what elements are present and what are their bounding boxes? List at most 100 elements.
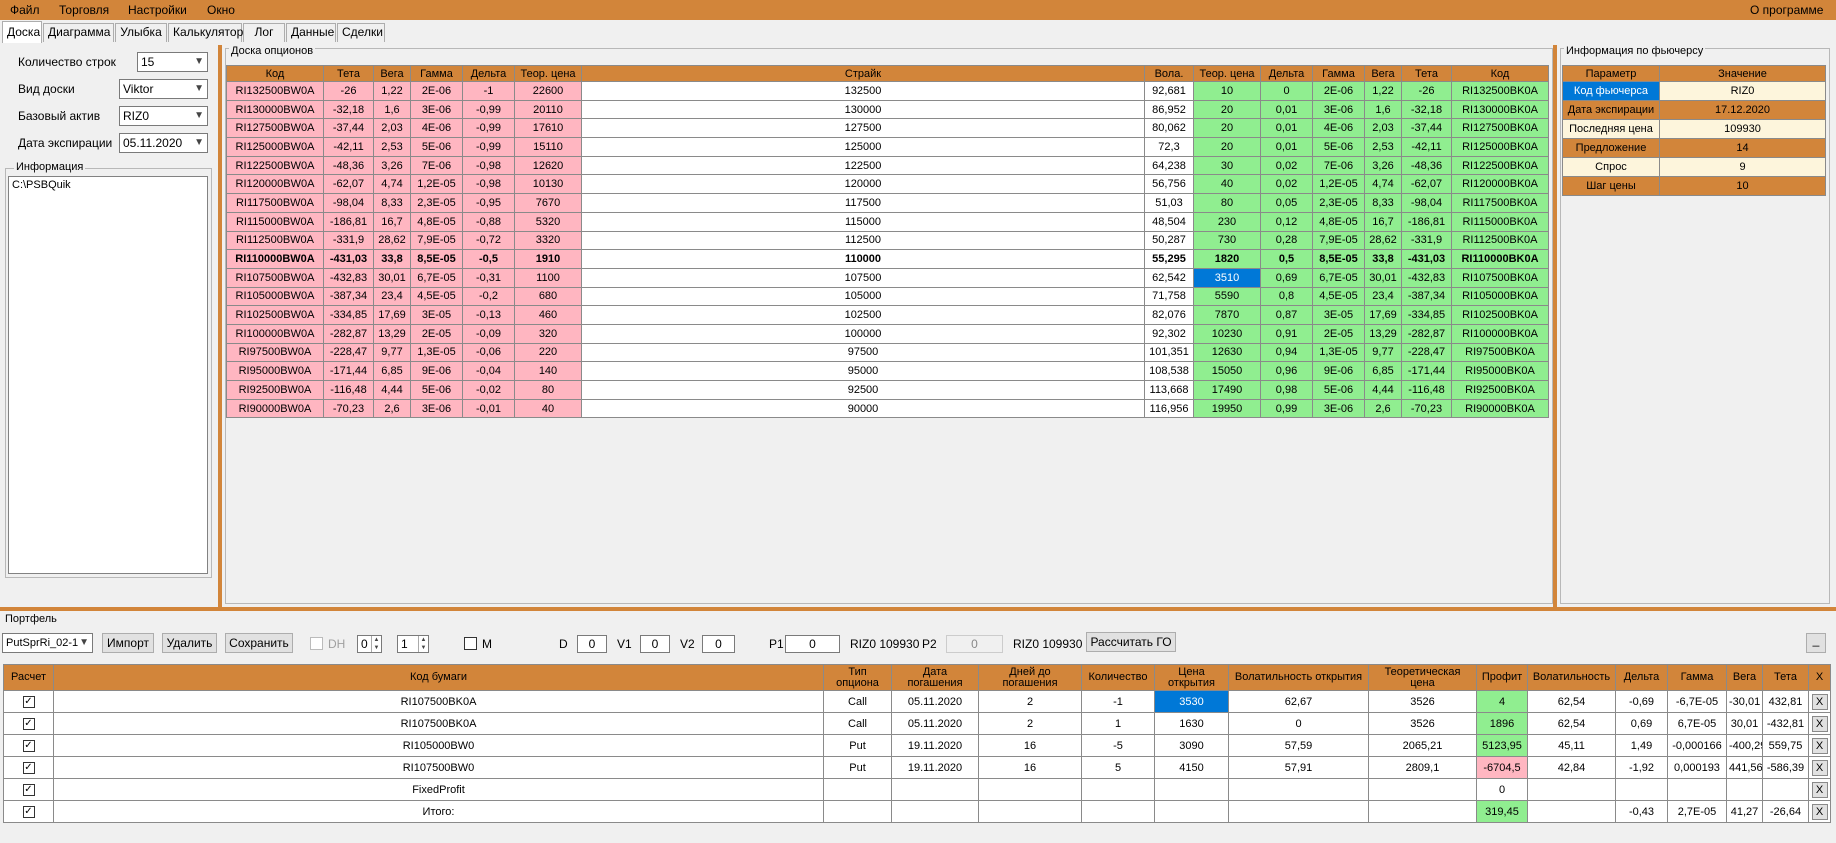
board-cell[interactable]: RI107500BK0A (1451, 267, 1549, 288)
board-col-header[interactable]: Дельта (462, 65, 515, 82)
futures-info-table[interactable]: Параметр Значение Код фьючерса RIZ0 Дата эк… (1562, 65, 1826, 196)
futures-cell[interactable]: 17.12.2020 (1659, 100, 1826, 120)
board-cell[interactable]: 132500 (581, 81, 1145, 101)
futures-row[interactable]: Последняя цена 109930 (1562, 119, 1826, 139)
remove-cell[interactable]: X (1808, 800, 1831, 823)
portfolio-cell[interactable]: -5 (1081, 734, 1155, 757)
import-button[interactable]: Импорт (102, 633, 154, 653)
expiration-combo[interactable]: 05.11.2020 ▼ (119, 133, 208, 153)
portfolio-calc-cell[interactable]: ✓ (3, 756, 54, 779)
remove-cell[interactable]: X (1808, 712, 1831, 735)
tab-board[interactable]: Доска (2, 21, 42, 43)
board-cell[interactable]: RI120000BK0A (1451, 174, 1549, 195)
board-cell[interactable]: RI92500BK0A (1451, 380, 1549, 400)
portfolio-cell[interactable]: -400,29 (1726, 734, 1763, 757)
board-cell[interactable]: 17,69 (1364, 305, 1402, 325)
board-col-header[interactable]: Тета (1401, 65, 1452, 82)
board-cell[interactable]: RI107500BW0A (226, 267, 324, 288)
portfolio-cell[interactable]: 3526 (1368, 712, 1477, 735)
board-cell[interactable]: 122500 (581, 155, 1145, 176)
p1-input[interactable]: 0 (785, 635, 840, 653)
calc-checkbox[interactable]: ✓ (22, 718, 35, 730)
board-cell[interactable]: 4,44 (1364, 380, 1402, 400)
board-cell[interactable]: 30,01 (373, 267, 411, 288)
board-cell[interactable]: RI127500BK0A (1451, 118, 1549, 139)
board-cell[interactable]: 4E-06 (410, 118, 463, 139)
board-cell[interactable]: RI130000BK0A (1451, 99, 1549, 120)
board-cell[interactable]: 0,01 (1260, 99, 1313, 120)
board-cell[interactable]: -0,04 (462, 361, 515, 381)
board-cell[interactable]: 7E-06 (1312, 155, 1365, 176)
portfolio-cell[interactable] (1527, 778, 1616, 801)
calc-checkbox[interactable]: ✓ (22, 696, 35, 708)
board-cell[interactable]: 9E-06 (410, 361, 463, 381)
board-cell[interactable]: -26 (1401, 81, 1452, 101)
portfolio-cell[interactable]: RI107500BK0A (53, 712, 824, 735)
board-cell[interactable]: 7,9E-05 (410, 230, 463, 251)
board-cell[interactable]: 2,53 (1364, 137, 1402, 157)
board-col-header[interactable]: Вега (373, 65, 411, 82)
board-cell[interactable]: 0,69 (1260, 267, 1313, 288)
board-cell[interactable]: 8,33 (373, 193, 411, 213)
portfolio-cell[interactable] (1154, 778, 1229, 801)
portfolio-cell[interactable]: -0,000166 (1667, 734, 1727, 757)
calc-checkbox[interactable]: ✓ (22, 806, 35, 818)
spin-arrows-icon[interactable]: ▲ ▼ (418, 636, 428, 652)
calc-checkbox[interactable]: ✓ (22, 740, 35, 752)
portfolio-cell[interactable]: 5123,95 (1476, 734, 1528, 757)
board-cell[interactable]: 2,53 (373, 137, 411, 157)
board-cell[interactable]: -0,99 (462, 99, 515, 120)
portfolio-cell[interactable]: -0,43 (1615, 800, 1668, 823)
board-cell[interactable]: 3320 (514, 230, 582, 251)
board-cell[interactable]: 100000 (581, 323, 1145, 344)
remove-cell[interactable]: X (1808, 734, 1831, 757)
board-cell[interactable]: 12630 (1193, 342, 1261, 363)
menu-settings[interactable]: Настройки (128, 3, 187, 17)
board-cell[interactable]: 0,12 (1260, 211, 1313, 232)
board-cell[interactable]: RI90000BW0A (226, 398, 324, 419)
tab-diagram[interactable]: Диаграмма (43, 23, 114, 42)
portfolio-row[interactable]: ✓ Итого: 319,45 -0,43 2,7E-05 41,27 -26,64 X (3, 800, 1831, 823)
board-cell[interactable]: RI112500BK0A (1451, 230, 1549, 251)
board-row[interactable]: RI92500BW0A -116,48 4,44 5E-06 -0,02 80 92500 1… (226, 380, 1549, 400)
portfolio-cell[interactable] (1081, 800, 1155, 823)
board-cell[interactable]: -42,11 (323, 137, 374, 157)
board-cell[interactable]: RI127500BW0A (226, 118, 324, 139)
remove-cell[interactable]: X (1808, 690, 1831, 713)
board-cell[interactable]: RI125000BK0A (1451, 137, 1549, 157)
portfolio-cell[interactable]: 319,45 (1476, 800, 1528, 823)
board-col-header[interactable]: Код (1451, 65, 1549, 82)
portfolio-row[interactable]: ✓ RI107500BK0A Call 05.11.2020 2 1 1630 0 3526 18… (3, 712, 1831, 735)
board-cell[interactable]: 220 (514, 342, 582, 363)
futures-row[interactable]: Предложение 14 (1562, 138, 1826, 158)
board-cell[interactable]: -228,47 (1401, 342, 1452, 363)
board-cell[interactable]: -0,98 (462, 174, 515, 195)
board-cell[interactable]: 72,3 (1144, 137, 1194, 157)
board-cell[interactable]: 33,8 (1364, 249, 1402, 269)
board-cell[interactable]: 7,9E-05 (1312, 230, 1365, 251)
board-cell[interactable]: RI115000BW0A (226, 211, 324, 232)
board-cell[interactable]: 2,6 (1364, 398, 1402, 419)
portfolio-cell[interactable]: RI107500BW0 (53, 756, 824, 779)
board-cell[interactable]: RI100000BK0A (1451, 323, 1549, 344)
portfolio-cell[interactable] (1726, 778, 1763, 801)
base-asset-combo[interactable]: RIZ0 ▼ (119, 106, 208, 126)
board-cell[interactable]: 1,3E-05 (1312, 342, 1365, 363)
futures-row[interactable]: Дата экспирации 17.12.2020 (1562, 100, 1826, 120)
board-cell[interactable]: 9,77 (1364, 342, 1402, 363)
board-cell[interactable]: 105000 (581, 286, 1145, 307)
board-cell[interactable]: 5320 (514, 211, 582, 232)
portfolio-cell[interactable]: 441,56 (1726, 756, 1763, 779)
board-cell[interactable]: RI97500BK0A (1451, 342, 1549, 363)
portfolio-cell[interactable]: 432,81 (1762, 690, 1809, 713)
board-col-header[interactable]: Гамма (1312, 65, 1365, 82)
board-cell[interactable]: -62,07 (1401, 174, 1452, 195)
board-cell[interactable]: 19950 (1193, 398, 1261, 419)
board-cell[interactable]: 0,5 (1260, 249, 1313, 269)
board-cell[interactable]: 107500 (581, 267, 1145, 288)
board-cell[interactable]: 12620 (514, 155, 582, 176)
board-cell[interactable]: 130000 (581, 99, 1145, 120)
board-cell[interactable]: 80 (1193, 193, 1261, 213)
board-cell[interactable]: 0,99 (1260, 398, 1313, 419)
portfolio-cell[interactable]: 30,01 (1726, 712, 1763, 735)
